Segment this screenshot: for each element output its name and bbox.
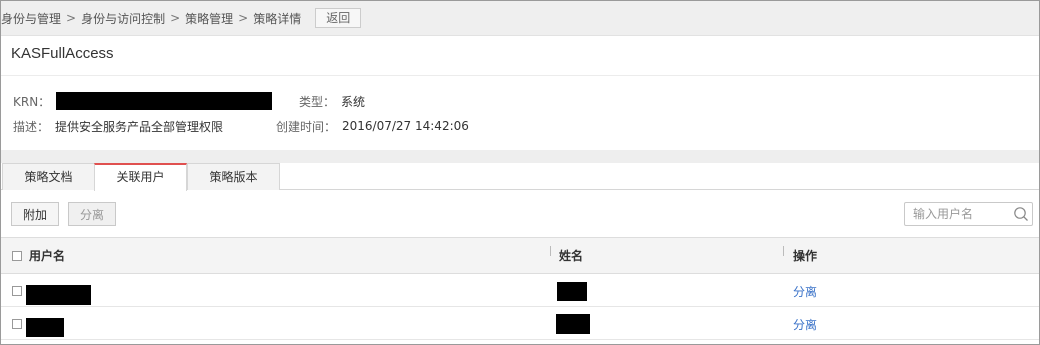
username-redacted [26, 285, 91, 305]
detail-row-created: 创建时间： 2016/07/27 14:42:06 [276, 117, 469, 135]
column-header-username[interactable]: 用户名 [29, 238, 65, 274]
section-divider-band [1, 150, 1039, 163]
breadcrumb-item-identity-management[interactable]: 身份与管理 [1, 10, 61, 27]
username-redacted [26, 318, 64, 337]
type-value: 系统 [341, 94, 366, 109]
name-redacted [557, 282, 587, 301]
column-header-action: 操作 [793, 249, 818, 263]
description-label: 描述： [13, 119, 50, 134]
attach-button[interactable]: 附加 [11, 202, 59, 226]
title-divider [1, 75, 1039, 76]
breadcrumb-separator: > [170, 11, 181, 25]
created-label: 创建时间： [276, 119, 337, 134]
page-title: KASFullAccess [11, 45, 114, 62]
tab-policy-document[interactable]: 策略文档 [2, 163, 95, 190]
detail-row-type: 类型： 系统 [299, 92, 365, 110]
column-divider [783, 246, 784, 256]
tab-policy-versions[interactable]: 策略版本 [187, 163, 280, 190]
column-header-name[interactable]: 姓名 [559, 238, 583, 274]
detach-user-link[interactable]: 分离 [793, 283, 817, 300]
breadcrumb: 身份与管理 > 身份与访问控制 > 策略管理 > 策略详情 返回 [1, 1, 1039, 36]
table-header: 用户名 姓名 操作 [1, 237, 1039, 274]
search-icon[interactable] [1013, 206, 1029, 222]
tab-associated-users[interactable]: 关联用户 [94, 163, 187, 191]
table-row: 分离 [1, 274, 1039, 307]
select-all-checkbox[interactable] [12, 251, 22, 261]
breadcrumb-current: 策略详情 [253, 11, 302, 26]
back-button[interactable]: 返回 [315, 8, 362, 28]
breadcrumb-separator: > [66, 11, 77, 25]
type-label: 类型： [299, 94, 336, 109]
tab-bar: 策略文档 关联用户 策略版本 [1, 163, 1039, 191]
table-row: 分离 [1, 307, 1039, 340]
column-divider [550, 246, 551, 256]
detach-user-link[interactable]: 分离 [793, 316, 817, 333]
breadcrumb-separator: > [238, 11, 249, 25]
detail-row-description: 描述： 提供安全服务产品全部管理权限 [13, 117, 223, 135]
krn-label: KRN： [13, 94, 51, 109]
user-search-box [904, 202, 1033, 226]
detail-row-krn: KRN： [13, 92, 273, 110]
row-checkbox[interactable] [12, 286, 22, 296]
user-search-input[interactable] [913, 203, 1013, 225]
breadcrumb-item-policy-management[interactable]: 策略管理 [185, 10, 233, 27]
detach-button[interactable]: 分离 [68, 202, 116, 226]
breadcrumb-item-access-control[interactable]: 身份与访问控制 [81, 10, 165, 27]
policy-detail-page: 身份与管理 > 身份与访问控制 > 策略管理 > 策略详情 返回 KASFull… [0, 0, 1040, 345]
row-checkbox[interactable] [12, 319, 22, 329]
created-value: 2016/07/27 14:42:06 [342, 119, 469, 133]
krn-value-redacted [56, 92, 273, 110]
description-value: 提供安全服务产品全部管理权限 [55, 119, 224, 134]
name-redacted [556, 314, 590, 334]
